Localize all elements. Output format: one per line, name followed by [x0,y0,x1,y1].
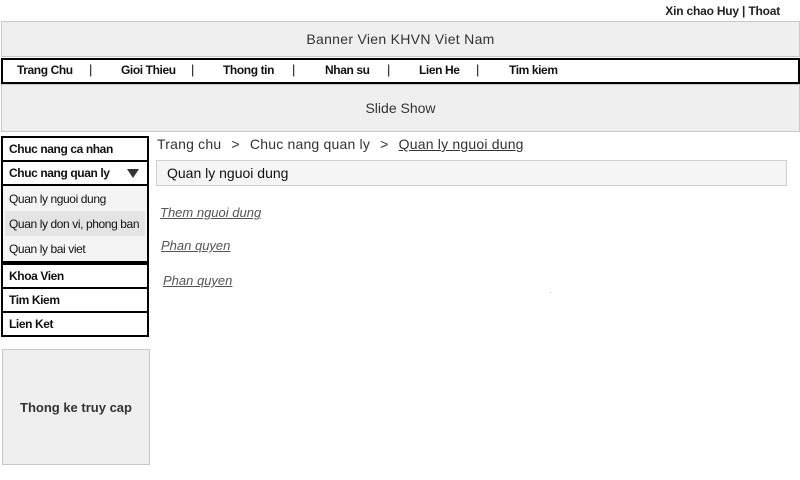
sidebar-item-personal[interactable]: Chuc nang ca nhan [3,138,147,160]
user-greeting[interactable]: Xin chao Huy | Thoat [665,4,780,18]
nav-item-home[interactable]: Trang Chu [17,63,73,77]
nav-item-contact[interactable]: Lien He [419,63,460,77]
nav-item-about[interactable]: Gioi Thieu [121,63,176,77]
section-title: Quan ly nguoi dung [156,160,787,186]
breadcrumb-current[interactable]: Quan ly nguoi dung [399,136,524,152]
nav-item-info[interactable]: Thong tin [223,63,274,77]
nav-separator: | [191,62,195,77]
breadcrumb: Trang chu > Chuc nang quan ly > Quan ly … [157,136,524,152]
nav-separator: | [387,62,391,77]
sidebar-item-faculty[interactable]: Khoa Vien [3,263,147,287]
sidebar-item-label: Chuc nang ca nhan [9,142,113,156]
nav-item-staff[interactable]: Nhan su [325,63,370,77]
breadcrumb-separator: > [231,136,240,152]
chevron-down-icon[interactable] [127,168,139,178]
visitor-stats: Thong ke truy cap [2,349,150,465]
sidebar-item-label: Chuc nang quan ly [9,166,110,180]
top-bar: Xin chao Huy | Thoat [0,0,800,20]
sidebar: Chuc nang ca nhan Chuc nang quan ly Quan… [1,136,149,337]
sidebar-menu-top: Chuc nang ca nhan Chuc nang quan ly Quan… [1,136,149,263]
permission-link[interactable]: Phan quyen [163,273,232,288]
stray-dot [550,292,551,293]
sidebar-item-search[interactable]: Tim Kiem [3,287,147,311]
management-submenu: Quan ly nguoi dung Quan ly don vi, phong… [3,184,147,261]
submenu-item-post-management[interactable]: Quan ly bai viet [5,236,145,261]
sidebar-item-links[interactable]: Lien Ket [3,311,147,335]
submenu-item-label: Quan ly nguoi dung [9,191,106,206]
breadcrumb-item[interactable]: Chuc nang quan ly [250,136,370,152]
site-banner: Banner Vien KHVN Viet Nam [1,21,800,57]
sidebar-item-label: Lien Ket [9,317,54,331]
nav-item-search[interactable]: Tim kiem [509,63,558,77]
nav-separator: | [292,62,296,77]
slide-show[interactable]: Slide Show [1,84,800,132]
nav-separator: | [89,62,93,77]
breadcrumb-item[interactable]: Trang chu [157,136,221,152]
submenu-item-unit-management[interactable]: Quan ly don vi, phong ban [5,211,145,236]
sidebar-menu-bottom: Khoa Vien Tim Kiem Lien Ket [1,263,149,337]
sidebar-item-label: Tim Kiem [9,293,60,307]
permission-link[interactable]: Phan quyen [161,238,230,253]
nav-separator: | [476,62,480,77]
submenu-item-user-management[interactable]: Quan ly nguoi dung [5,186,145,211]
breadcrumb-separator: > [380,136,389,152]
submenu-item-label: Quan ly bai viet [9,241,86,256]
sidebar-item-management[interactable]: Chuc nang quan ly [3,160,147,184]
sidebar-item-label: Khoa Vien [9,269,64,283]
submenu-item-label: Quan ly don vi, phong ban [9,216,140,231]
main-navigation: Trang Chu | Gioi Thieu | Thong tin | Nha… [1,58,800,84]
add-user-link[interactable]: Them nguoi dung [160,205,261,220]
